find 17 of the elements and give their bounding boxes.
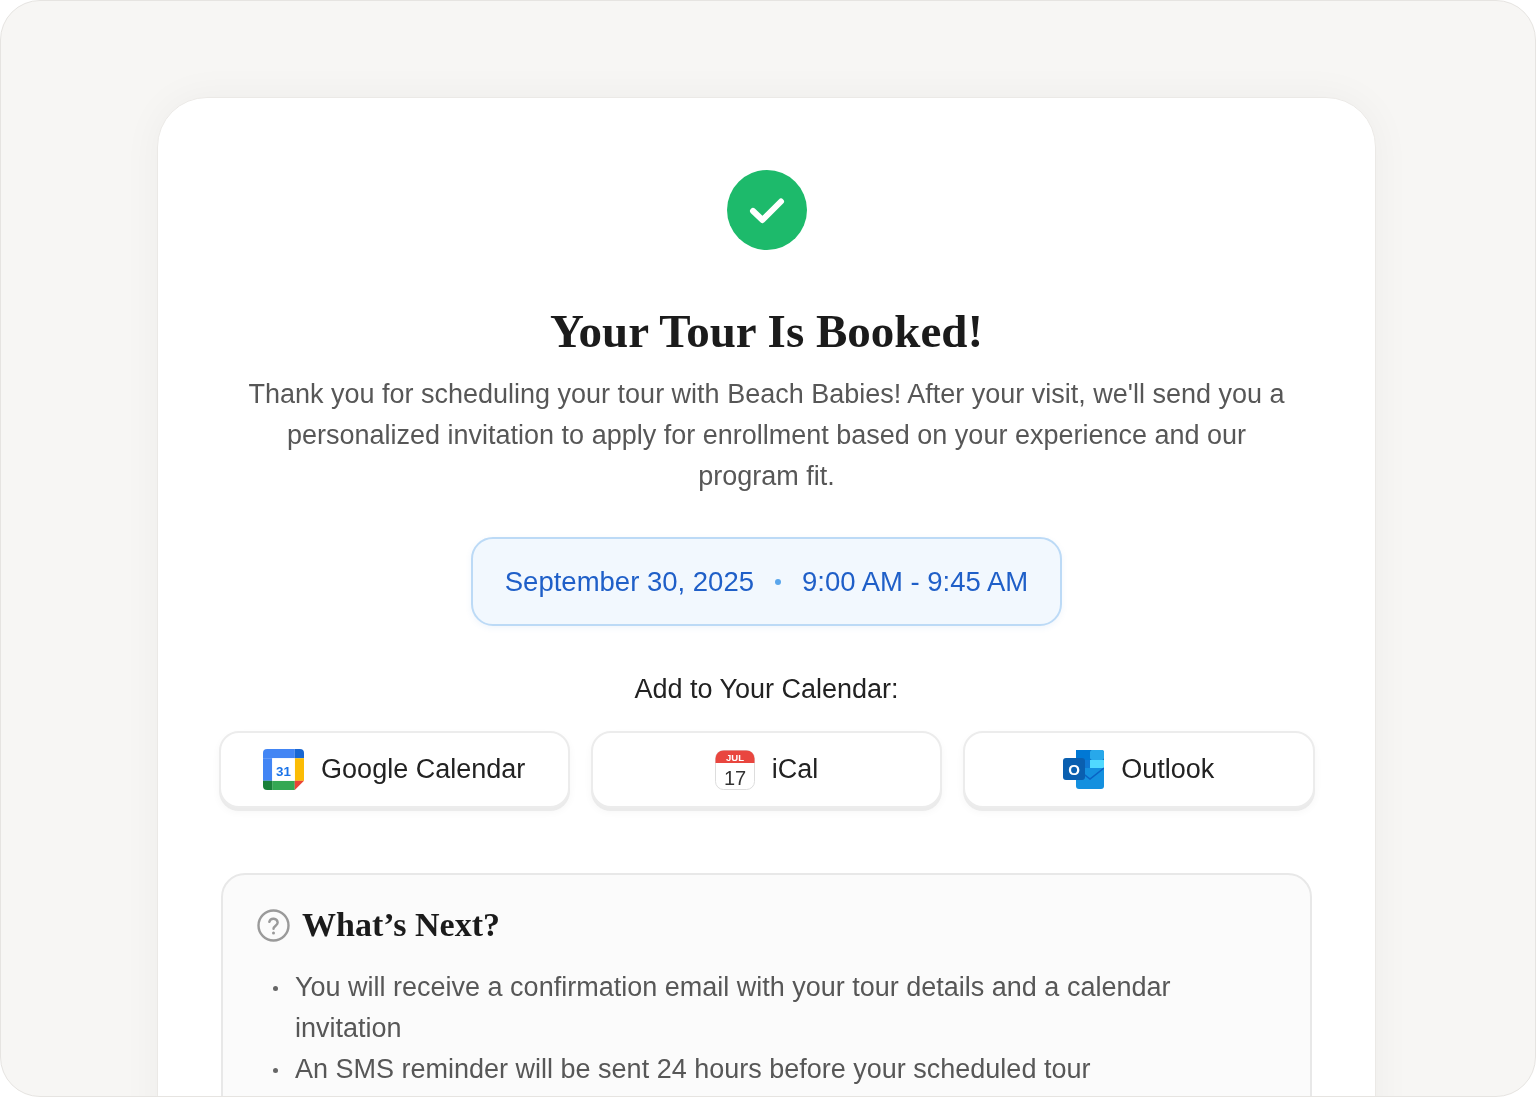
appointment-time: 9:00 AM - 9:45 AM <box>802 565 1029 598</box>
calendar-button[interactable]: JUL 17 iCal <box>590 731 943 808</box>
bullet-icon <box>273 1068 278 1073</box>
confirmation-title: Your Tour Is Booked! <box>549 304 984 359</box>
next-steps-title: What’s Next? <box>302 905 500 945</box>
next-step-text: An SMS reminder will be sent 24 hours before your scheduled tour <box>295 1053 1091 1086</box>
bullet-icon <box>273 986 278 991</box>
confirmation-message: Thank you for scheduling your tour with Beach Babies! After your visit, we'll send you a personalized invitation to apply for enrollment based on your experience and our program fit. <box>247 378 1286 493</box>
check-icon <box>726 170 807 250</box>
help-icon <box>257 908 290 942</box>
dot-icon <box>775 578 781 585</box>
calendar-button[interactable]: O Outlook <box>963 731 1315 808</box>
calendar-button[interactable]: 31 Google Calendar <box>218 731 570 808</box>
calendar-label: Add to Your Calendar: <box>634 673 899 706</box>
appointment-date: September 30, 2025 <box>504 565 754 598</box>
next-step-text: You will receive a confirmation email with your tour details and a calendar invitation <box>295 971 1172 1045</box>
calendar-icon: JUL 17 <box>714 749 755 790</box>
